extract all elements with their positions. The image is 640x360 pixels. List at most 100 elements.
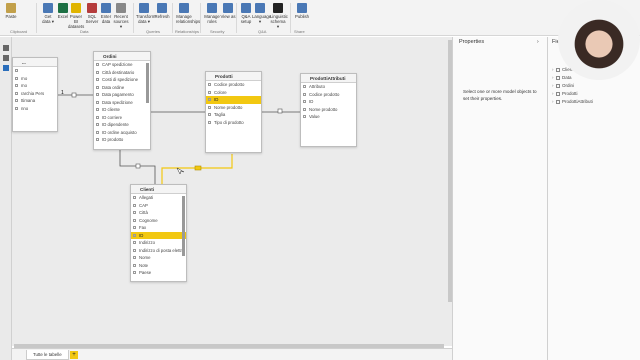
field-row[interactable]: ttimana <box>13 97 57 105</box>
field-row[interactable]: nno <box>13 105 57 113</box>
table-card-partial[interactable]: ... rno mo rarchia Pers ttimana nno <box>12 57 58 132</box>
field-icon <box>208 98 211 101</box>
field-name: Allegati <box>139 195 154 200</box>
field-row[interactable]: Codice prodotto <box>206 81 261 89</box>
field-row[interactable] <box>13 67 57 75</box>
field-row[interactable]: ID cliente <box>94 106 150 114</box>
mouse-cursor <box>176 167 185 175</box>
fields-item-label: Prodotti <box>562 91 578 96</box>
field-row[interactable]: Costi di spedizione <box>94 76 150 84</box>
field-row[interactable]: Taglia <box>206 111 261 119</box>
field-name: ID ordine acquisto <box>102 129 137 135</box>
field-name: Indirizzo <box>139 240 156 245</box>
field-name: Fax <box>139 225 147 230</box>
field-row[interactable]: ID <box>301 98 356 106</box>
field-icon <box>15 76 18 80</box>
field-icon <box>133 203 136 207</box>
field-row[interactable]: Città <box>131 209 186 217</box>
field-row[interactable]: Indirizzo di posta elettr... <box>131 247 186 255</box>
field-row[interactable]: ID prodotto <box>94 136 150 144</box>
field-row[interactable]: mo <box>13 82 57 90</box>
field-icon <box>303 100 306 103</box>
table-scrollbar[interactable] <box>182 196 185 256</box>
field-row[interactable]: Nome prodotto <box>206 104 261 112</box>
field-row[interactable]: ID corriere <box>94 114 150 122</box>
field-name: Data pagamento <box>102 92 134 97</box>
table-title: Prodotti <box>206 72 261 81</box>
fields-item[interactable]: › Prodotti <box>552 91 578 96</box>
field-icon <box>133 218 136 222</box>
table-card-prodotti[interactable]: Prodotti Codice prodotto Colore ID Nome pro… <box>205 71 262 153</box>
field-row[interactable]: Attributo <box>301 83 356 91</box>
field-row[interactable]: Città destinatario <box>94 69 150 77</box>
field-row[interactable]: Data pagamento <box>94 91 150 99</box>
field-row[interactable]: rarchia Pers <box>13 90 57 98</box>
field-icon <box>133 248 136 252</box>
field-row[interactable]: Data ordine <box>94 84 150 92</box>
field-row[interactable]: ID dipendente <box>94 121 150 129</box>
webcam-overlay <box>558 0 640 80</box>
table-card-clienti[interactable]: Clienti Allegati CAP Città Cognome Fax ID Indi… <box>130 184 187 282</box>
tab-tutte-le-tabelle[interactable]: Tutte le tabelle <box>26 350 69 360</box>
field-name: Value <box>309 114 320 119</box>
field-icon <box>96 70 99 74</box>
add-layout-button[interactable]: + <box>70 351 78 359</box>
field-row[interactable]: Allegati <box>131 194 186 202</box>
field-row[interactable]: Value <box>301 113 356 121</box>
field-name: Codice prodotto <box>309 91 340 97</box>
field-name: Note <box>139 262 149 268</box>
field-icon <box>208 83 211 86</box>
rel-cardinality: 1 <box>61 90 64 96</box>
properties-title: Properties <box>459 39 485 45</box>
fields-item-label: Ordini <box>562 83 575 88</box>
table-card-ordini[interactable]: Ordini CAP spedizione Città destinatario C… <box>93 51 151 150</box>
field-icon <box>96 138 99 141</box>
field-icon <box>96 100 99 104</box>
table-title: ProdottiAttributi <box>301 74 356 83</box>
field-row[interactable]: ID <box>206 96 261 104</box>
field-row[interactable]: Paese <box>131 269 186 277</box>
field-name: Città destinatario <box>102 69 135 75</box>
field-name: Paese <box>139 270 152 275</box>
field-row[interactable]: Fax <box>131 224 186 232</box>
field-name: Città <box>139 210 148 215</box>
field-row[interactable]: CAP <box>131 202 186 210</box>
field-icon <box>133 263 136 267</box>
table-scrollbar[interactable] <box>146 63 149 103</box>
table-card-prodottiattributi[interactable]: ProdottiAttributi Attributo Codice prodot… <box>300 73 357 147</box>
field-row[interactable]: rno <box>13 75 57 83</box>
fields-item-label: ProdottiAttributi <box>562 99 593 104</box>
fields-item[interactable]: › ProdottiAttributi <box>552 99 593 104</box>
fields-item[interactable]: › Ordini <box>552 83 574 88</box>
field-icon <box>303 92 306 96</box>
field-row[interactable]: ID ordine acquisto <box>94 129 150 137</box>
layout-tabs-bar: Tutte le tabelle + <box>12 348 452 360</box>
field-row[interactable]: Nome prodotto <box>301 106 356 114</box>
collapse-pane-icon[interactable]: › <box>537 39 539 45</box>
field-row[interactable]: Colore <box>206 89 261 97</box>
field-row[interactable]: Tipo di prodotto <box>206 119 261 127</box>
field-row[interactable]: Codice prodotto <box>301 91 356 99</box>
field-name: Attributo <box>309 84 326 89</box>
field-icon <box>133 241 136 244</box>
field-icon <box>133 211 136 214</box>
field-icon <box>15 91 18 95</box>
table-icon <box>556 99 560 104</box>
field-name: Tipo di prodotto <box>214 119 244 125</box>
field-row[interactable]: Indirizzo <box>131 239 186 247</box>
field-row[interactable]: Note <box>131 262 186 270</box>
table-icon <box>556 75 560 80</box>
field-name: Codice prodotto <box>214 82 245 87</box>
properties-pane: Properties › Select one or more model ob… <box>452 37 547 360</box>
field-row[interactable]: Data spedizione <box>94 99 150 107</box>
field-name: Indirizzo di posta elettr... <box>139 247 186 253</box>
field-row[interactable]: Nome <box>131 254 186 262</box>
fields-item[interactable]: › Data <box>552 75 572 80</box>
field-icon <box>133 226 136 229</box>
rel-marker <box>71 92 77 98</box>
fields-item-label: Data <box>562 75 572 80</box>
field-row[interactable]: CAP spedizione <box>94 61 150 69</box>
field-row[interactable]: Cognome <box>131 217 186 225</box>
field-row[interactable]: ID <box>131 231 186 239</box>
field-name: CAP spedizione <box>102 62 133 67</box>
